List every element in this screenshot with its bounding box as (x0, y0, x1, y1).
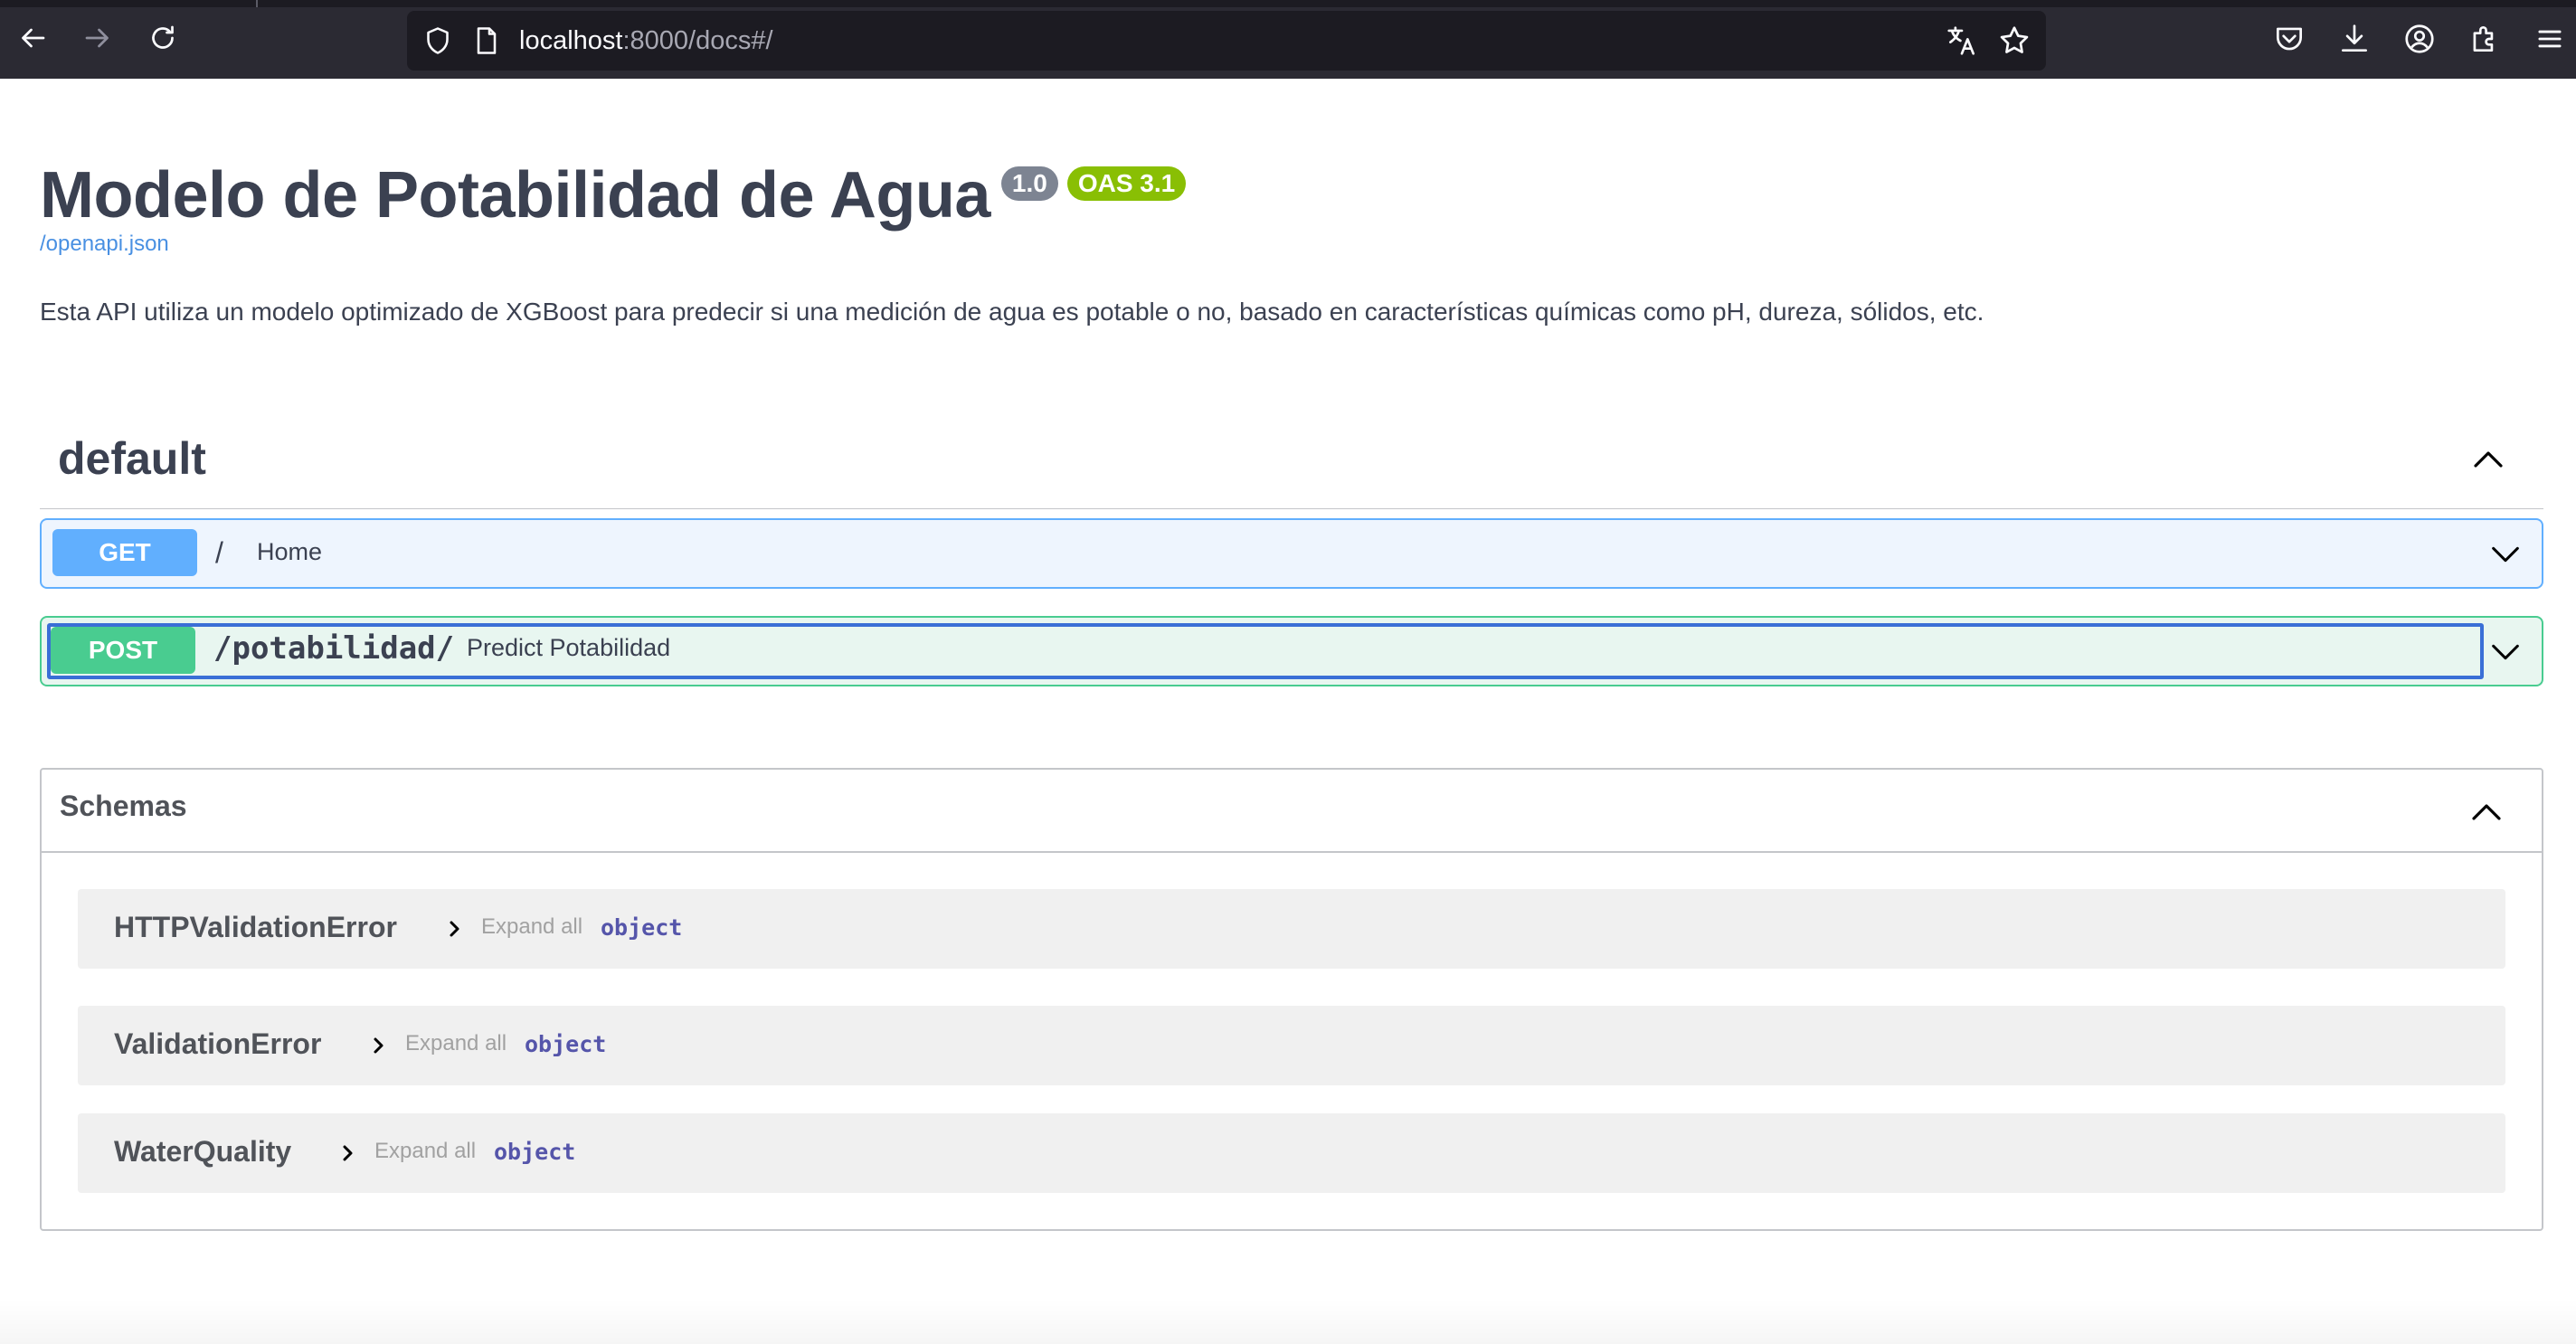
operation-description: Predict Potabilidad (467, 634, 671, 661)
translate-icon[interactable] (1945, 24, 1979, 58)
page-icon[interactable] (470, 24, 503, 57)
method-badge: GET (52, 529, 197, 576)
chevron-down-icon[interactable] (2487, 634, 2524, 670)
tab-separator (256, 0, 258, 7)
schema-type: object (525, 1031, 607, 1057)
reload-icon[interactable] (145, 20, 181, 56)
schemas-title: Schemas (60, 790, 187, 822)
schemas-header[interactable]: Schemas (42, 770, 2542, 853)
address-bar[interactable]: localhost:8000/docs#/ (407, 11, 2046, 71)
method-badge: POST (51, 627, 195, 674)
chevron-right-icon[interactable] (336, 1142, 358, 1164)
tab-strip (0, 0, 2576, 7)
chevron-right-icon[interactable] (367, 1035, 389, 1056)
bookmark-star-icon[interactable] (1997, 24, 2031, 58)
oas-badge: OAS 3.1 (1066, 166, 1187, 201)
api-title: Modelo de Potabilidad de Agua (40, 159, 990, 232)
operation-post-potabilidad[interactable]: POST /potabilidad/ Predict Potabilidad (40, 616, 2543, 686)
operation-path: /potabilidad/ (213, 630, 455, 667)
tag-default-header[interactable]: default (40, 421, 2543, 509)
chevron-down-icon[interactable] (2487, 536, 2524, 573)
schema-item[interactable]: HTTPValidationError Expand all object (78, 889, 2505, 969)
chevron-up-icon[interactable] (2469, 440, 2507, 478)
schema-name[interactable]: WaterQuality (114, 1135, 291, 1169)
extensions-icon[interactable] (2467, 22, 2502, 56)
api-info: Modelo de Potabilidad de Agua 1.0 OAS 3.… (40, 154, 1187, 257)
operation-summary[interactable]: POST /potabilidad/ Predict Potabilidad (47, 623, 2484, 679)
version-badge: 1.0 (1000, 166, 1058, 201)
shield-icon[interactable] (421, 24, 454, 57)
schema-item[interactable]: WaterQuality Expand all object (78, 1113, 2505, 1193)
operation-get-home[interactable]: GET / Home (40, 518, 2543, 589)
expand-all-button[interactable]: Expand all (481, 914, 582, 940)
schema-name[interactable]: HTTPValidationError (114, 911, 397, 944)
api-description: Esta API utiliza un modelo optimizado de… (40, 298, 1984, 326)
schema-name[interactable]: ValidationError (114, 1027, 321, 1061)
browser-toolbar: localhost:8000/docs#/ (0, 0, 2576, 79)
chevron-up-icon[interactable] (2467, 793, 2505, 831)
tag-title: default (58, 433, 206, 484)
expand-all-button[interactable]: Expand all (374, 1139, 476, 1164)
menu-icon[interactable] (2533, 22, 2567, 56)
pocket-icon[interactable] (2272, 22, 2306, 56)
operation-summary[interactable]: GET / Home (49, 527, 2484, 582)
chevron-right-icon[interactable] (443, 918, 465, 940)
schema-item[interactable]: ValidationError Expand all object (78, 1006, 2505, 1085)
operation-description: Home (257, 538, 323, 565)
url-text[interactable]: localhost:8000/docs#/ (519, 25, 773, 56)
bottom-fade (0, 1299, 2576, 1344)
operation-path: / (215, 536, 223, 569)
forward-icon[interactable] (80, 20, 116, 56)
schemas-section: Schemas HTTPValidationError Expand all o… (40, 768, 2543, 1231)
expand-all-button[interactable]: Expand all (405, 1031, 507, 1056)
download-icon[interactable] (2337, 22, 2372, 56)
schema-type: object (494, 1139, 576, 1165)
schema-type: object (601, 914, 683, 941)
back-icon[interactable] (14, 20, 51, 56)
account-icon[interactable] (2402, 22, 2437, 56)
